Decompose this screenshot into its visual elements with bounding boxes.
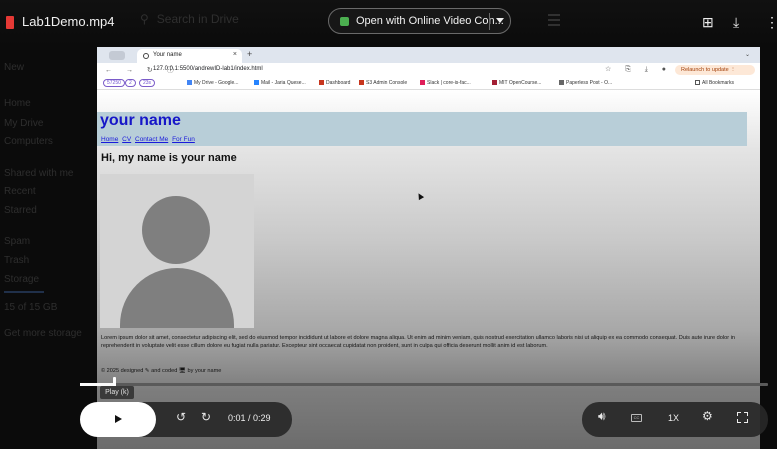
mouse-cursor-icon bbox=[415, 191, 425, 201]
greeting-heading: Hi, my name is your name bbox=[101, 152, 237, 164]
ghost-item: Home bbox=[4, 98, 31, 109]
web-page: your name Home CV Contact Me For Fun Hi,… bbox=[97, 90, 760, 449]
browser-toolbar-icons: ☆ ⎘ ⤓ ● bbox=[605, 66, 673, 73]
replay-icon[interactable]: ↺ bbox=[176, 410, 186, 424]
seek-bar[interactable] bbox=[80, 383, 768, 386]
time-display: 0:01 / 0:29 bbox=[228, 413, 271, 423]
search-ghost-text: Search in Drive bbox=[156, 12, 239, 26]
play-tooltip: Play (k) bbox=[100, 386, 134, 399]
site-title: your name bbox=[100, 112, 181, 129]
bookmark-label: Paperless Post - O... bbox=[566, 80, 613, 86]
bookmark-item: Slack | core-is-fac... bbox=[420, 80, 471, 86]
ghost-drive-sidebar: New Home My Drive Computers Shared with … bbox=[0, 46, 82, 436]
settings-icon[interactable]: ⚙ bbox=[702, 409, 713, 423]
browser-address-bar: ← → ↻ ⓘ 127.0.0.1:5500/andrewID-lab1/ind… bbox=[97, 63, 760, 77]
chevron-down-icon[interactable] bbox=[496, 18, 504, 23]
bookmark-item: MIT OpenCourse... bbox=[492, 80, 541, 86]
avatar-head bbox=[142, 196, 210, 264]
file-name: Lab1Demo.mp4 bbox=[22, 14, 115, 29]
globe-icon bbox=[143, 53, 149, 59]
open-with-button[interactable]: Open with Online Video Con... bbox=[328, 8, 511, 34]
nav-link-fun: For Fun bbox=[172, 136, 195, 143]
grid-icon bbox=[548, 14, 560, 26]
relaunch-label: Relaunch to update bbox=[681, 67, 729, 73]
bookmark-item: S3 Admin Console bbox=[359, 80, 407, 86]
bookmark-label: S3 Admin Console bbox=[366, 80, 408, 86]
more-vert-icon[interactable]: ⋮ bbox=[765, 14, 777, 31]
bookmark-label: Dashboard bbox=[326, 80, 351, 86]
avatar-body bbox=[120, 268, 234, 328]
nav-link-contact: Contact Me bbox=[135, 136, 169, 143]
volume-icon[interactable]: 🔊︎ bbox=[598, 409, 606, 424]
download-icon[interactable]: ⤓ bbox=[733, 14, 739, 31]
bookmark-label: All Bookmarks bbox=[702, 80, 734, 86]
ghost-item: Starred bbox=[4, 205, 37, 216]
tab-search-icon bbox=[109, 51, 125, 60]
bookmark-pill: 23s bbox=[139, 79, 156, 87]
add-to-drive-icon[interactable]: ⊞ bbox=[702, 14, 714, 31]
ghost-item: My Drive bbox=[4, 118, 44, 129]
video-frame[interactable]: Your name × + ⌄ ← → ↻ ⓘ 127.0.0.1:5500/a… bbox=[97, 47, 760, 449]
fullscreen-icon[interactable] bbox=[737, 412, 748, 423]
ghost-item: Recent bbox=[4, 186, 36, 197]
ghost-storage-bar bbox=[4, 291, 44, 293]
avatar-placeholder bbox=[100, 174, 254, 328]
nav-link-cv: CV bbox=[122, 136, 132, 143]
bookmark-label: Mail - Jaria Quese... bbox=[261, 80, 306, 86]
open-with-divider bbox=[489, 13, 490, 30]
bookmark-item: Paperless Post - O... bbox=[559, 80, 612, 86]
forward-icon[interactable]: ↻ bbox=[201, 410, 211, 424]
search-icon: ⚲ bbox=[140, 12, 149, 26]
chevron-down-icon: ⌄ bbox=[744, 52, 750, 58]
browser-tab: Your name × bbox=[137, 49, 242, 63]
tab-title: Your name bbox=[153, 52, 182, 58]
relaunch-button: Relaunch to update ⋮ bbox=[675, 65, 755, 75]
video-player-viewer: Lab1Demo.mp4 ⚲ Search in Drive Open with … bbox=[0, 0, 777, 449]
play-icon bbox=[115, 415, 122, 423]
close-icon: × bbox=[232, 51, 237, 58]
plus-icon: + bbox=[247, 49, 253, 59]
video-file-icon bbox=[6, 16, 14, 29]
ghost-item: Shared with me bbox=[4, 168, 74, 179]
captions-icon[interactable]: CC bbox=[631, 414, 642, 422]
site-footer: © 2025 designed ✎ and coded 🖥 by your na… bbox=[101, 368, 222, 374]
browser-tab-strip: Your name × + ⌄ bbox=[97, 47, 760, 63]
bookmark-label: Slack | core-is-fac... bbox=[427, 80, 471, 86]
ghost-item: 15 of 15 GB bbox=[4, 302, 58, 313]
lorem-paragraph: Lorem ipsum dolor sit amet, consectetur … bbox=[101, 335, 735, 349]
playback-speed-button[interactable]: 1X bbox=[668, 413, 679, 423]
bookmarks-bar: 57250 2 23s My Drive - Google... Mail - … bbox=[97, 77, 760, 90]
ghost-item: Spam bbox=[4, 236, 31, 247]
nav-link-home: Home bbox=[101, 136, 119, 143]
url-text: 127.0.0.1:5500/andrewID-lab1/index.html bbox=[153, 66, 263, 72]
ghost-item: New bbox=[4, 62, 25, 73]
bookmark-pill: 2 bbox=[125, 79, 136, 87]
player-top-bar: Lab1Demo.mp4 ⚲ Search in Drive Open with … bbox=[0, 0, 777, 46]
ghost-item: Trash bbox=[4, 255, 30, 266]
play-button[interactable] bbox=[80, 402, 156, 437]
bookmark-label: MIT OpenCourse... bbox=[499, 80, 542, 86]
bookmark-item: Mail - Jaria Quese... bbox=[254, 80, 306, 86]
ghost-item: Computers bbox=[4, 136, 53, 147]
open-with-label: Open with Online Video Con... bbox=[356, 15, 504, 27]
ghost-item: Storage bbox=[4, 274, 40, 285]
bookmark-item: My Drive - Google... bbox=[187, 80, 238, 86]
app-icon bbox=[340, 17, 349, 26]
bookmark-item: Dashboard bbox=[319, 80, 350, 86]
site-header: your name Home CV Contact Me For Fun bbox=[97, 112, 747, 146]
bookmark-label: My Drive - Google... bbox=[194, 80, 239, 86]
bookmark-item: All Bookmarks bbox=[695, 80, 734, 86]
site-nav: Home CV Contact Me For Fun bbox=[101, 136, 197, 143]
ghost-item: Get more storage bbox=[4, 328, 82, 339]
search-ghost: ⚲ Search in Drive bbox=[140, 12, 239, 26]
bookmark-pill: 57250 bbox=[103, 79, 125, 87]
